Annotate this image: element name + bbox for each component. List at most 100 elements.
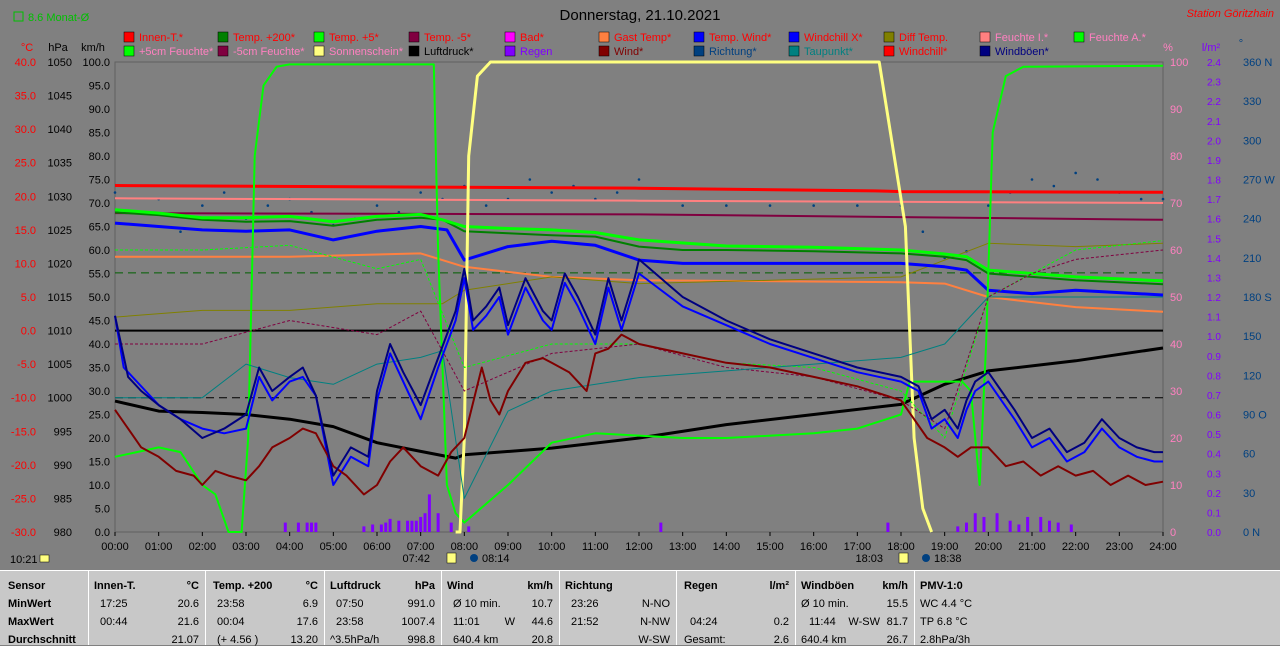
footer-cell: 23:58 [217, 598, 245, 610]
legend-swatch [123, 45, 135, 57]
footer-cell: W [504, 616, 515, 628]
legend-swatch [883, 45, 895, 57]
sun-time: 18:38 [934, 553, 962, 565]
wind-tick: 65.0 [89, 222, 110, 234]
x-tick: 23:00 [1106, 541, 1134, 553]
rain-bar [886, 522, 890, 532]
pressure-tick: 1005 [48, 359, 72, 371]
footer-cell: 00:04 [217, 616, 245, 628]
temp-tick: 40.0 [15, 57, 36, 69]
pressure-tick: 980 [54, 527, 72, 539]
rain-bar [956, 526, 960, 532]
rain-bar [1026, 516, 1030, 532]
footer-windboeen-col: Windböen km/h Ø 10 min. 15.5 11:44 W-SW 81.7 64… [795, 571, 915, 646]
unit-rain: l/m² [1202, 42, 1221, 54]
direction-tick: 210 [1243, 253, 1261, 265]
legend-item: Bad* [520, 32, 545, 44]
x-tick: 15:00 [756, 541, 784, 553]
x-tick: 19:00 [931, 541, 959, 553]
direction-tick: 360 N [1243, 57, 1272, 69]
footer-pmv-col: PMV-1:0 WC 4.4 °C TP 6.8 °C 2.8hPa/3h [914, 571, 1280, 646]
temp-tick: 20.0 [15, 191, 36, 203]
pressure-tick: 995 [54, 426, 72, 438]
legend-swatch [598, 45, 610, 57]
wind-tick: 95.0 [89, 81, 110, 93]
footer-cell: 640.4 km [453, 634, 499, 646]
wind-tick: 70.0 [89, 198, 110, 210]
footer-cell: 998.8 [407, 634, 435, 646]
footer-header: Wind [447, 580, 474, 592]
pressure-tick: 1015 [48, 292, 72, 304]
direction-point [812, 204, 815, 207]
legend-item: Temp. -5* [424, 32, 472, 44]
rain-bar [406, 520, 410, 532]
legend-swatch [217, 31, 229, 43]
footer-header: Sensor [8, 580, 46, 592]
footer-header: Luftdruck [330, 580, 381, 592]
wind-tick: 100.0 [82, 57, 110, 69]
footer-cell: W-SW [638, 634, 670, 646]
rain-bar [1008, 520, 1012, 532]
direction-point [201, 204, 204, 207]
footer-header: Richtung [565, 580, 613, 592]
direction-point [1074, 171, 1077, 175]
percent-tick: 50 [1170, 292, 1182, 304]
percent-tick: 80 [1170, 151, 1182, 163]
direction-point [856, 204, 859, 207]
wind-tick: 85.0 [89, 128, 110, 140]
footer-header: Windböen [801, 580, 855, 592]
legend-swatch [313, 31, 325, 43]
direction-tick: 90 O [1243, 410, 1267, 422]
sun-time: 08:14 [482, 553, 510, 565]
footer-cell: (+ 4.56 ) [217, 634, 259, 646]
pressure-tick: 985 [54, 493, 72, 505]
x-tick: 09:00 [494, 541, 522, 553]
legend-item: Richtung* [709, 46, 757, 58]
percent-tick: 20 [1170, 433, 1182, 445]
direction-tick: 0 N [1243, 527, 1260, 539]
legend-item: Feuchte I.* [995, 32, 1049, 44]
rain-bar [414, 520, 418, 532]
footer-cell: 13.20 [290, 634, 318, 646]
footer-unit: °C [305, 580, 318, 592]
x-tick: 18:00 [887, 541, 915, 553]
x-tick: 01:00 [145, 541, 173, 553]
direction-point [266, 204, 270, 207]
legend-item: Windchill* [899, 46, 948, 58]
rain-bar [995, 513, 999, 532]
x-tick: 04:00 [276, 541, 304, 553]
footer-row-label: Durchschnitt [8, 634, 76, 646]
rain-bar [982, 516, 986, 532]
wind-tick: 40.0 [89, 339, 110, 351]
rain-tick: 2.2 [1207, 97, 1221, 108]
footer-cell: 07:50 [336, 598, 364, 610]
direction-tick: 60 [1243, 449, 1255, 461]
direction-point [484, 204, 488, 207]
footer-cell: 21.6 [177, 616, 199, 628]
rain-bar [283, 522, 287, 532]
footer-unit: km/h [527, 580, 553, 592]
sun-time: 18:03 [855, 553, 883, 565]
pressure-tick: 1000 [48, 393, 72, 405]
direction-point [768, 204, 772, 207]
legend-swatch [979, 31, 991, 43]
rain-tick: 0.0 [1207, 528, 1221, 539]
footer-row-label: MaxWert [8, 616, 54, 628]
footer-cell: Ø 10 min. [453, 598, 501, 610]
rain-tick: 0.1 [1207, 508, 1221, 519]
pressure-tick: 1010 [48, 326, 72, 338]
legend-item: Taupunkt* [804, 46, 854, 58]
direction-tick: 240 [1243, 214, 1261, 226]
footer-cell: W-SW [848, 616, 880, 628]
rain-tick: 1.0 [1207, 332, 1221, 343]
direction-point [222, 191, 226, 194]
legend-swatch [693, 45, 705, 57]
direction-point [1161, 197, 1165, 201]
wind-tick: 35.0 [89, 363, 110, 375]
rain-tick: 1.1 [1207, 313, 1221, 324]
footer-cell: 15.5 [886, 598, 908, 610]
rain-tick: 1.8 [1207, 176, 1221, 187]
footer-header: PMV-1:0 [920, 580, 963, 592]
percent-tick: 100 [1170, 57, 1188, 69]
direction-tick: 120 [1243, 370, 1261, 382]
